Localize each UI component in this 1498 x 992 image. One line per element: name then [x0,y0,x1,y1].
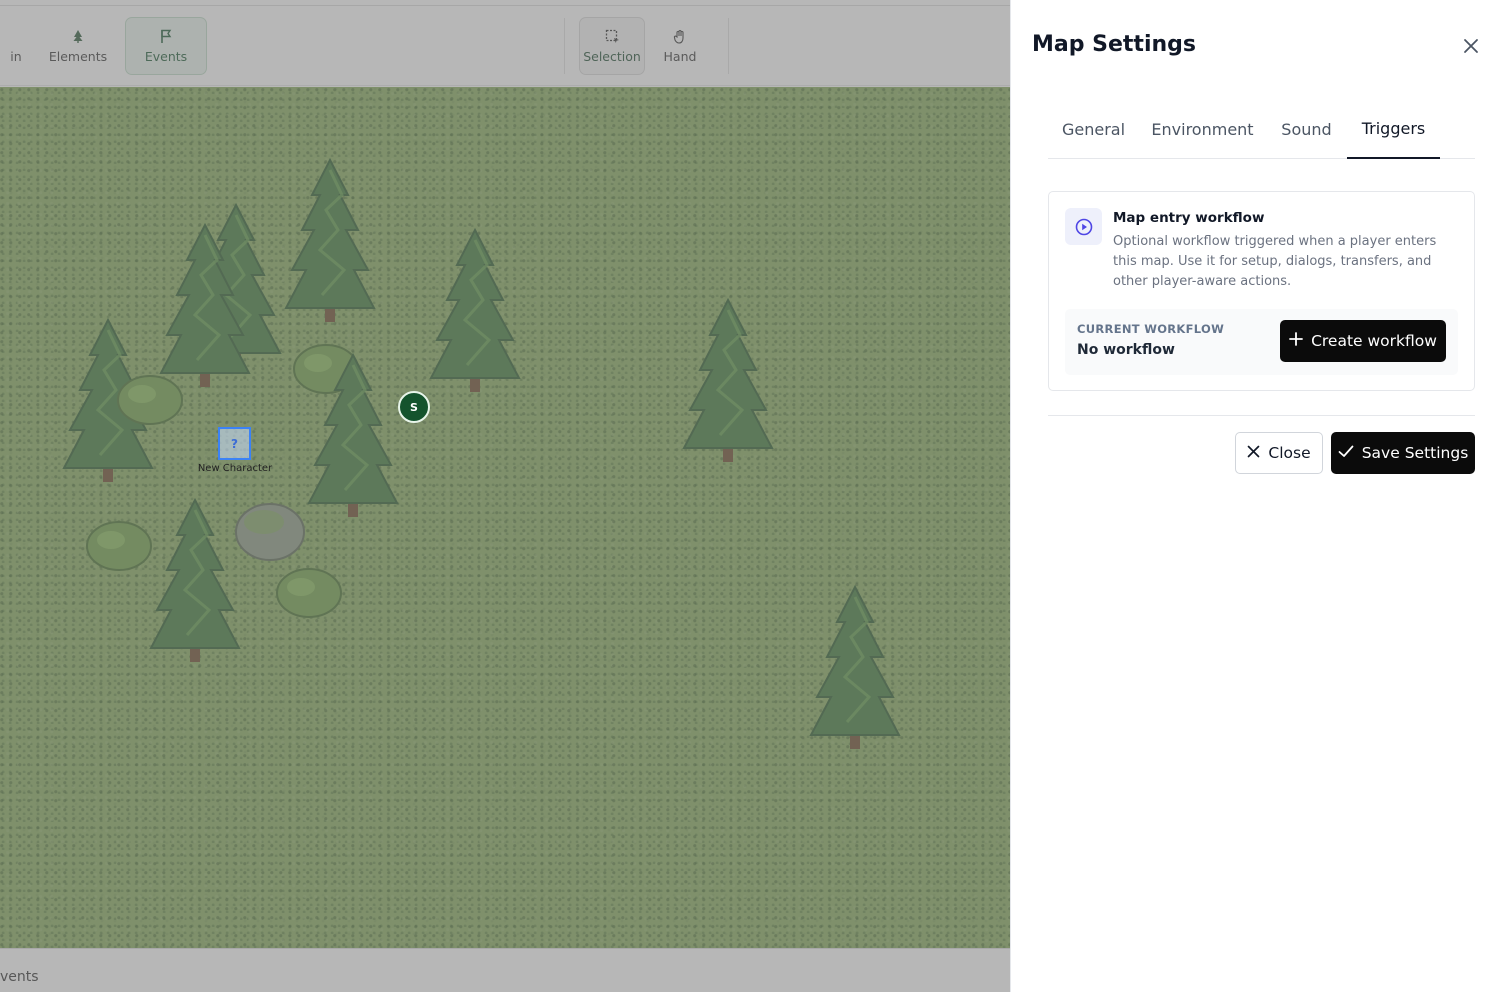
close-button-label: Close [1268,444,1311,462]
pine-tree [149,498,241,664]
panel-title: Map Settings [1032,32,1196,57]
save-settings-label: Save Settings [1361,444,1469,462]
toolbar-divider [728,18,729,74]
close-button[interactable]: Close [1235,432,1323,474]
play-circle-icon [1065,208,1102,245]
pine-tree [809,585,901,751]
tool-hand[interactable]: Hand [652,17,708,75]
pine-tree [429,228,521,394]
start-position-marker[interactable]: S [398,391,430,423]
character-event-label: New Character [197,463,273,474]
editor-toolbar: in Elements Events Selection Hand [0,6,1010,86]
tool-paint[interactable]: in [0,17,32,75]
close-icon[interactable] [1460,35,1482,57]
map-canvas[interactable] [0,87,1010,948]
tab-general[interactable]: General [1048,100,1139,159]
status-text: vents [0,969,39,985]
check-icon [1338,444,1354,462]
bush [276,568,342,618]
tab-sound[interactable]: Sound [1274,100,1339,159]
tool-elements[interactable]: Elements [46,17,110,75]
map-editor: in Elements Events Selection Hand vents … [0,0,1010,992]
toolbar-divider [564,18,565,74]
mossy-rock [235,503,305,561]
create-workflow-button[interactable]: Create workflow [1280,320,1446,362]
workflow-card-title: Map entry workflow [1113,210,1265,226]
current-workflow-box: CURRENT WORKFLOW No workflow Create work… [1065,309,1458,375]
save-settings-button[interactable]: Save Settings [1331,432,1475,474]
map-scenery [62,158,901,751]
tool-selection[interactable]: Selection [579,17,645,75]
tree-icon [70,28,86,44]
pine-tree [284,158,376,324]
create-workflow-label: Create workflow [1311,332,1437,350]
bush [117,375,183,425]
tab-triggers[interactable]: Triggers [1347,100,1440,159]
footer-divider [1048,415,1475,416]
bush [86,521,152,571]
current-workflow-value: No workflow [1077,342,1175,358]
x-icon [1247,444,1260,462]
tab-environment[interactable]: Environment [1149,100,1256,159]
brush-icon [0,28,9,44]
tool-events[interactable]: Events [125,17,207,75]
pine-tree [682,298,774,464]
workflow-card-description: Optional workflow triggered when a playe… [1113,234,1437,289]
map-settings-panel: Map Settings General Environment Sound T… [1010,0,1498,992]
selection-icon [604,28,620,44]
map-entry-workflow-card: Map entry workflow Optional workflow tri… [1048,191,1475,391]
settings-tabs: General Environment Sound Triggers [1048,100,1475,159]
plus-icon [1289,332,1303,350]
current-workflow-caption: CURRENT WORKFLOW [1077,322,1225,336]
hand-icon [672,28,688,44]
character-event[interactable]: ? [218,427,251,460]
flag-icon [158,28,174,44]
editor-statusbar: vents [0,948,1010,992]
